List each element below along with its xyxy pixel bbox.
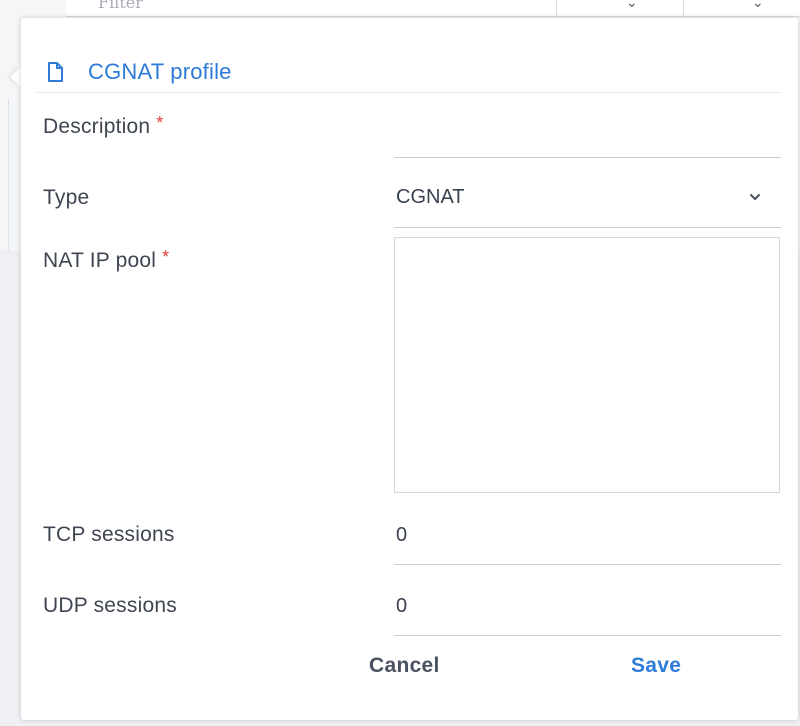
udp-sessions-label: UDP sessions xyxy=(43,594,177,617)
description-field[interactable] xyxy=(394,118,781,158)
chevron-down-icon[interactable]: ⌄ xyxy=(626,0,638,11)
type-select[interactable]: CGNAT xyxy=(394,178,781,228)
nat-ip-pool-label: NAT IP pool * xyxy=(43,247,170,272)
chevron-down-icon[interactable] xyxy=(747,189,763,205)
column-divider xyxy=(556,0,557,16)
tcp-sessions-input[interactable]: 0 xyxy=(394,515,781,565)
type-label: Type xyxy=(43,186,90,209)
popover-header: CGNAT profile xyxy=(36,52,782,93)
type-value: CGNAT xyxy=(396,186,465,208)
save-button[interactable]: Save xyxy=(631,654,681,678)
udp-sessions-input[interactable]: 0 xyxy=(394,586,781,636)
nat-ip-pool-textarea[interactable] xyxy=(394,237,780,493)
cgnat-profile-popover: CGNAT profile Description * Type CGNAT NA… xyxy=(21,18,798,720)
divider xyxy=(8,100,10,250)
cancel-button[interactable]: Cancel xyxy=(369,654,440,678)
required-marker: * xyxy=(162,247,170,267)
column-divider xyxy=(683,0,684,16)
filter-input[interactable]: Filter xyxy=(98,0,143,12)
filter-row xyxy=(66,0,800,17)
required-marker: * xyxy=(156,113,164,133)
chevron-down-icon[interactable]: ⌄ xyxy=(752,0,764,11)
description-label: Description * xyxy=(43,113,164,138)
document-icon xyxy=(44,61,66,83)
panel-title: CGNAT profile xyxy=(88,59,232,84)
tcp-sessions-label: TCP sessions xyxy=(43,523,175,546)
